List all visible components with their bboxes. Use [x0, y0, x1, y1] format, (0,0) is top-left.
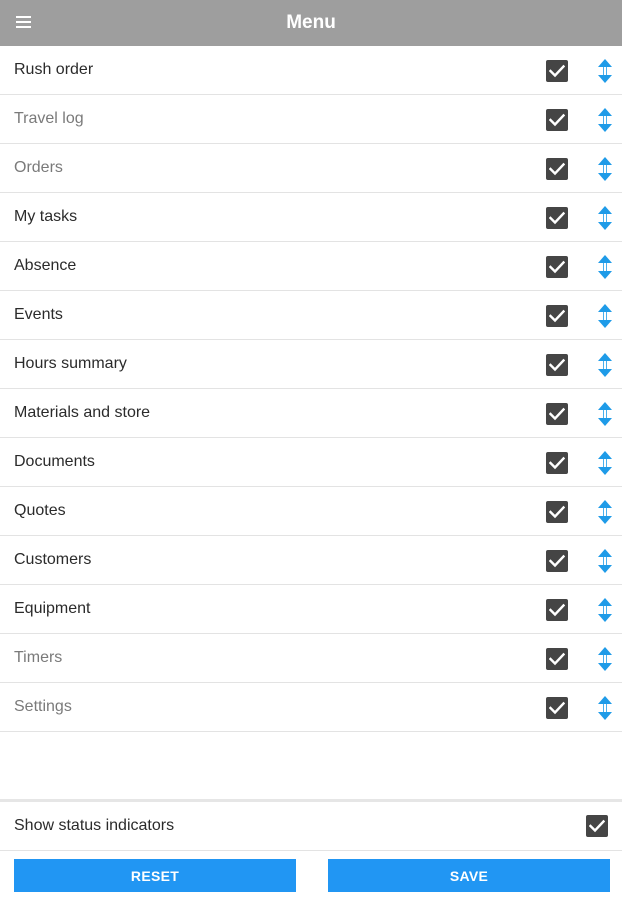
menu-item-row[interactable]: Events — [0, 291, 622, 340]
reorder-arrows-icon[interactable] — [597, 549, 613, 573]
menu-item-row[interactable]: Rush order — [0, 46, 622, 95]
menu-item-row[interactable]: Hours summary — [0, 340, 622, 389]
menu-item-checkbox[interactable] — [546, 403, 568, 425]
menu-item-label: Materials and store — [14, 404, 151, 421]
menu-items-list: Rush order Travel log Orders My tasks Absenc… — [0, 46, 622, 732]
menu-item-checkbox[interactable] — [546, 256, 568, 278]
menu-item-checkbox[interactable] — [546, 550, 568, 572]
app-bar: Menu — [0, 0, 622, 46]
checkmark-icon — [549, 456, 565, 470]
menu-item-label: Travel log — [14, 110, 84, 127]
menu-item-checkbox[interactable] — [546, 648, 568, 670]
checkmark-icon — [549, 64, 565, 78]
checkmark-icon — [549, 652, 565, 666]
menu-item-checkbox[interactable] — [546, 354, 568, 376]
reorder-arrows-icon[interactable] — [597, 206, 613, 230]
save-button[interactable]: SAVE — [328, 859, 610, 892]
menu-item-row[interactable]: Timers — [0, 634, 622, 683]
reorder-arrows-icon[interactable] — [597, 451, 613, 475]
menu-item-row[interactable]: My tasks — [0, 193, 622, 242]
checkmark-icon — [549, 162, 565, 176]
checkmark-icon — [549, 358, 565, 372]
checkmark-icon — [549, 701, 565, 715]
reorder-arrows-icon[interactable] — [597, 304, 613, 328]
menu-item-label: Quotes — [14, 502, 66, 519]
checkmark-icon — [549, 309, 565, 323]
checkmark-icon — [589, 819, 605, 833]
reorder-arrows-icon[interactable] — [597, 647, 613, 671]
menu-item-row[interactable]: Travel log — [0, 95, 622, 144]
menu-item-checkbox[interactable] — [546, 305, 568, 327]
menu-item-checkbox[interactable] — [546, 109, 568, 131]
reorder-arrows-icon[interactable] — [597, 255, 613, 279]
menu-item-checkbox[interactable] — [546, 158, 568, 180]
reset-button[interactable]: RESET — [14, 859, 296, 892]
menu-item-checkbox[interactable] — [546, 599, 568, 621]
menu-item-label: Equipment — [14, 600, 91, 617]
menu-item-row[interactable]: Quotes — [0, 487, 622, 536]
status-indicators-row[interactable]: Show status indicators — [0, 802, 622, 851]
reorder-arrows-icon[interactable] — [597, 157, 613, 181]
menu-item-label: Customers — [14, 551, 92, 568]
reorder-arrows-icon[interactable] — [597, 500, 613, 524]
menu-item-label: Orders — [14, 159, 63, 176]
menu-item-row[interactable]: Materials and store — [0, 389, 622, 438]
checkmark-icon — [549, 113, 565, 127]
checkmark-icon — [549, 603, 565, 617]
reorder-arrows-icon[interactable] — [597, 108, 613, 132]
checkmark-icon — [549, 211, 565, 225]
reorder-arrows-icon[interactable] — [597, 696, 613, 720]
menu-item-row[interactable]: Customers — [0, 536, 622, 585]
status-indicators-checkbox[interactable] — [586, 815, 608, 837]
checkmark-icon — [549, 554, 565, 568]
menu-item-label: Settings — [14, 698, 72, 715]
checkmark-icon — [549, 407, 565, 421]
reorder-arrows-icon[interactable] — [597, 402, 613, 426]
checkmark-icon — [549, 260, 565, 274]
menu-item-checkbox[interactable] — [546, 501, 568, 523]
status-indicators-label: Show status indicators — [14, 817, 175, 834]
menu-item-row[interactable]: Absence — [0, 242, 622, 291]
hamburger-icon[interactable] — [16, 16, 31, 28]
menu-item-label: Documents — [14, 453, 95, 470]
reorder-arrows-icon[interactable] — [597, 598, 613, 622]
menu-item-row[interactable]: Equipment — [0, 585, 622, 634]
reorder-arrows-icon[interactable] — [597, 353, 613, 377]
menu-item-row[interactable]: Orders — [0, 144, 622, 193]
menu-item-label: My tasks — [14, 208, 78, 225]
menu-item-label: Hours summary — [14, 355, 127, 372]
menu-item-checkbox[interactable] — [546, 60, 568, 82]
menu-item-checkbox[interactable] — [546, 697, 568, 719]
menu-item-label: Events — [14, 306, 63, 323]
page-title: Menu — [286, 12, 336, 33]
menu-item-label: Rush order — [14, 61, 94, 78]
menu-item-checkbox[interactable] — [546, 452, 568, 474]
menu-item-checkbox[interactable] — [546, 207, 568, 229]
menu-item-row[interactable]: Documents — [0, 438, 622, 487]
menu-item-label: Timers — [14, 649, 63, 666]
checkmark-icon — [549, 505, 565, 519]
reorder-arrows-icon[interactable] — [597, 59, 613, 83]
menu-item-row[interactable]: Settings — [0, 683, 622, 732]
menu-item-label: Absence — [14, 257, 77, 274]
